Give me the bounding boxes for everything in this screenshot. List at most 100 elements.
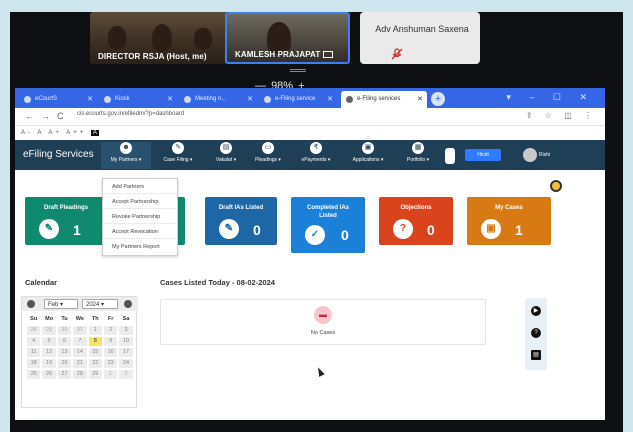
calendar-day[interactable]: 7 bbox=[73, 337, 87, 346]
year-select[interactable]: 2024 ▾ bbox=[82, 299, 118, 309]
next-month-icon[interactable] bbox=[124, 300, 132, 308]
calendar-day[interactable]: 26 bbox=[42, 370, 56, 379]
browser-tab[interactable]: Meeting n... ✕ bbox=[179, 91, 257, 108]
help-icon[interactable]: ? bbox=[531, 328, 541, 338]
calendar-day[interactable]: 9 bbox=[103, 337, 118, 346]
font-size-controls: A- A A+ A++ A bbox=[21, 130, 99, 136]
nav-portfolio[interactable]: ▦ Portfolio ▾ bbox=[393, 142, 443, 169]
tile-completed-ias[interactable]: Completed IAs Listed ✓ 0 bbox=[291, 197, 365, 253]
side-toolbar: ▶ ? ▤ bbox=[525, 298, 547, 370]
question-icon: ? bbox=[393, 219, 413, 239]
tile-count: 1 bbox=[73, 222, 81, 238]
calendar-day[interactable]: 1 bbox=[103, 370, 118, 379]
close-icon[interactable]: ✕ bbox=[247, 95, 253, 103]
user-name[interactable]: Rishi bbox=[539, 152, 550, 158]
calendar-day[interactable]: 29 bbox=[42, 326, 56, 335]
back-icon[interactable]: ← bbox=[25, 111, 34, 121]
calendar-day[interactable]: 2 bbox=[119, 370, 133, 379]
contrast-button[interactable]: A bbox=[90, 130, 99, 136]
calendar-day[interactable]: 1 bbox=[88, 326, 102, 335]
new-tab-button[interactable]: + bbox=[431, 92, 445, 106]
favicon-icon bbox=[184, 96, 191, 103]
calendar-day[interactable]: 30 bbox=[57, 326, 72, 335]
month-select[interactable]: Feb ▾ bbox=[44, 299, 78, 309]
calendar-day[interactable]: 27 bbox=[57, 370, 72, 379]
tile-draft-ias[interactable]: Draft IAs Listed ✎ 0 bbox=[205, 197, 277, 245]
close-icon[interactable]: ✕ bbox=[327, 95, 333, 103]
avatar[interactable] bbox=[523, 148, 537, 162]
calendar-day[interactable]: 8 bbox=[88, 337, 102, 346]
browser-tab[interactable]: e-Filing service ✕ bbox=[259, 91, 337, 108]
nav-applications[interactable]: ▣ Applications ▾ bbox=[343, 142, 393, 169]
inbox-icon: ▭ bbox=[262, 142, 274, 154]
nav-case-filing[interactable]: ✎ Case Filing ▾ bbox=[153, 142, 203, 169]
nav-epayments[interactable]: ₹ ePayments ▾ bbox=[291, 142, 341, 169]
calendar-day[interactable]: 10 bbox=[119, 337, 133, 346]
calendar-day[interactable]: 14 bbox=[73, 348, 87, 357]
menu-item-accept-revocation[interactable]: Accept Revocation bbox=[103, 224, 177, 239]
calendar-day[interactable]: 17 bbox=[119, 348, 133, 357]
browser-tab[interactable]: Kiosk ✕ bbox=[99, 91, 177, 108]
calendar-day[interactable]: 21 bbox=[73, 359, 87, 368]
font-normal-button[interactable]: A bbox=[37, 130, 44, 136]
nav-pleadings[interactable]: ▭ Pleadings ▾ bbox=[243, 142, 293, 169]
calendar-day[interactable]: 28 bbox=[73, 370, 87, 379]
calendar-day[interactable]: 5 bbox=[42, 337, 56, 346]
theme-toggle[interactable] bbox=[445, 148, 455, 164]
browser-tab[interactable]: eCourtS ✕ bbox=[19, 91, 97, 108]
notification-badge[interactable] bbox=[550, 180, 562, 192]
calendar-day[interactable]: 25 bbox=[27, 370, 41, 379]
participant-tile-active[interactable]: KAMLESH PRAJAPAT bbox=[225, 12, 350, 64]
calendar-day[interactable]: 16 bbox=[103, 348, 118, 357]
drag-handle[interactable] bbox=[290, 69, 306, 72]
play-icon[interactable]: ▶ bbox=[531, 306, 541, 316]
calendar-day[interactable]: 20 bbox=[57, 359, 72, 368]
nav-my-partners[interactable]: ☻ My Partners ▾ bbox=[101, 142, 151, 169]
calendar-day[interactable]: 18 bbox=[27, 359, 41, 368]
calendar-day[interactable]: 3 bbox=[119, 326, 133, 335]
url-input[interactable]: cis.ecourts.gov.in/efiledm/?p=dashboard bbox=[77, 111, 184, 117]
font-increase-button[interactable]: A+ bbox=[48, 130, 62, 136]
font-large-button[interactable]: A++ bbox=[66, 130, 86, 136]
calendar-day[interactable]: 11 bbox=[27, 348, 41, 357]
menu-item-accept-partnership[interactable]: Accept Partnership bbox=[103, 194, 177, 209]
calendar-day[interactable]: 6 bbox=[57, 337, 72, 346]
calendar-day[interactable]: 19 bbox=[42, 359, 56, 368]
tile-my-cases[interactable]: My Cases ▣ 1 bbox=[467, 197, 551, 245]
forward-icon[interactable]: → bbox=[41, 111, 50, 121]
browser-tab-active[interactable]: e-Filing services ✕ bbox=[341, 91, 427, 108]
calendar-day[interactable]: 29 bbox=[88, 370, 102, 379]
hindi-button[interactable]: Hindi bbox=[465, 149, 501, 161]
tile-draft-pleadings[interactable]: Draft Pleadings ✎ 1 bbox=[25, 197, 107, 245]
font-decrease-button[interactable]: A- bbox=[21, 130, 33, 136]
window-controls[interactable]: ▾ – ☐ ✕ bbox=[506, 92, 595, 103]
participant-tile-host[interactable]: DIRECTOR RSJA (Host, me) bbox=[90, 12, 230, 64]
calendar-day[interactable]: 4 bbox=[27, 337, 41, 346]
menu-item-partners-report[interactable]: My Partners Report bbox=[103, 239, 177, 254]
menu-item-revoke-partnership[interactable]: Revoke Partnership bbox=[103, 209, 177, 224]
close-icon[interactable]: ✕ bbox=[417, 95, 423, 103]
calendar-day[interactable]: 2 bbox=[103, 326, 118, 335]
menu-item-add-partners[interactable]: Add Partners bbox=[103, 179, 177, 194]
tile-objections[interactable]: Objections ? 0 bbox=[379, 197, 453, 245]
calendar-day[interactable]: 31 bbox=[73, 326, 87, 335]
prev-month-icon[interactable] bbox=[27, 300, 35, 308]
calendar-day[interactable]: 23 bbox=[103, 359, 118, 368]
calendar-day[interactable]: 28 bbox=[27, 326, 41, 335]
mic-muted-icon bbox=[391, 48, 403, 60]
pdf-icon[interactable]: ▤ bbox=[531, 350, 541, 360]
app-brand[interactable]: eFiling Services bbox=[23, 149, 94, 160]
browser-toolbar-icons[interactable]: ⇪ ☆ ◫ ⋮ bbox=[526, 111, 597, 120]
calendar-day[interactable]: 15 bbox=[88, 348, 102, 357]
weekday-label: Sa bbox=[122, 316, 130, 322]
reload-icon[interactable]: C bbox=[57, 111, 64, 121]
calendar-day[interactable]: 12 bbox=[42, 348, 56, 357]
close-icon[interactable]: ✕ bbox=[167, 95, 173, 103]
calendar-day[interactable]: 13 bbox=[57, 348, 72, 357]
calendar-day[interactable]: 22 bbox=[88, 359, 102, 368]
calendar-week-row: 25 26 27 28 29 1 2 bbox=[26, 369, 134, 380]
calendar-day[interactable]: 24 bbox=[119, 359, 133, 368]
participant-tile-audio[interactable]: Adv Anshuman Saxena bbox=[360, 12, 480, 64]
close-icon[interactable]: ✕ bbox=[87, 95, 93, 103]
empty-state-text: No Cases bbox=[310, 330, 336, 336]
